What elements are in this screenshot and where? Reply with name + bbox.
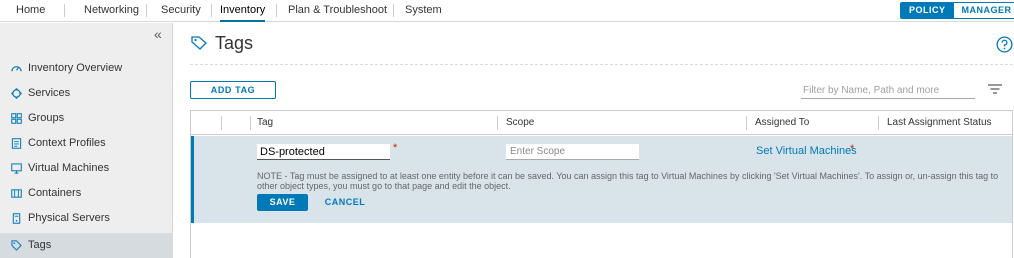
title-divider <box>190 64 1013 65</box>
container-icon <box>11 189 22 198</box>
context-profile-icon <box>11 138 22 149</box>
collapse-sidebar-icon[interactable]: « <box>154 26 162 42</box>
column-separator <box>221 116 222 130</box>
services-icon <box>11 88 22 99</box>
column-separator <box>746 116 747 130</box>
required-indicator: * <box>393 142 398 154</box>
filter-icon[interactable] <box>987 84 1003 94</box>
sidebar-item-tags[interactable]: Tags <box>0 233 173 258</box>
top-navigation: Home Networking Security Inventory Plan … <box>0 0 1014 22</box>
tab-home[interactable]: Home <box>16 0 45 22</box>
policy-mode-button[interactable]: POLICY <box>901 3 954 18</box>
sidebar-item-label: Tags <box>28 239 52 251</box>
column-header-assigned-to[interactable]: Assigned To <box>749 111 809 135</box>
policy-manager-toggle: POLICY MANAGER <box>900 2 1014 19</box>
tag-edit-row: * Set Virtual Machines * NOTE - Tag must… <box>191 136 1012 223</box>
tab-separator <box>64 4 65 17</box>
filter-input[interactable] <box>801 83 975 99</box>
datagrid-header: Tag Scope Assigned To Last Assignment St… <box>191 111 1012 135</box>
page-title: Tags <box>215 33 254 53</box>
sidebar-item-label: Groups <box>28 112 65 124</box>
server-icon <box>12 213 21 224</box>
sidebar-item-virtual-machines[interactable]: Virtual Machines <box>0 156 173 181</box>
sidebar-item-physical-servers[interactable]: Physical Servers <box>0 206 173 231</box>
main-content: Tags ADD TAG Tag Scope Assigned To Last … <box>174 23 1014 258</box>
tab-inventory[interactable]: Inventory <box>220 0 266 22</box>
sidebar-item-label: Virtual Machines <box>28 162 110 174</box>
sidebar-item-context-profiles[interactable]: Context Profiles <box>0 131 173 156</box>
tag-icon <box>11 240 22 251</box>
add-tag-button[interactable]: ADD TAG <box>190 81 276 99</box>
required-indicator: * <box>850 143 855 155</box>
sidebar-item-label: Inventory Overview <box>28 62 123 74</box>
save-button[interactable]: SAVE <box>257 194 308 211</box>
sidebar-item-label: Containers <box>28 187 82 199</box>
cancel-button[interactable]: CANCEL <box>320 194 370 211</box>
tag-icon <box>191 36 207 50</box>
help-icon[interactable] <box>996 36 1013 53</box>
tab-separator <box>393 4 394 17</box>
column-header-scope[interactable]: Scope <box>500 111 534 135</box>
tags-datagrid: Tag Scope Assigned To Last Assignment St… <box>190 110 1013 258</box>
sidebar: « Inventory Overview Services Groups Con… <box>0 23 173 258</box>
sidebar-item-label: Services <box>28 87 71 99</box>
virtual-machine-icon <box>11 163 22 174</box>
tab-separator <box>146 4 147 17</box>
sidebar-item-containers[interactable]: Containers <box>0 181 173 206</box>
tab-networking[interactable]: Networking <box>84 0 139 22</box>
tab-security[interactable]: Security <box>161 0 201 22</box>
tab-system[interactable]: System <box>405 0 442 22</box>
manager-mode-button[interactable]: MANAGER <box>953 3 1014 18</box>
dashboard-icon <box>11 66 22 72</box>
column-header-tag[interactable]: Tag <box>251 111 273 135</box>
groups-icon <box>11 113 22 124</box>
column-separator <box>497 116 498 130</box>
column-separator <box>878 116 879 130</box>
tab-separator <box>211 4 212 17</box>
tab-separator <box>276 4 277 17</box>
tab-plan-troubleshoot[interactable]: Plan & Troubleshoot <box>288 0 387 22</box>
scope-input[interactable] <box>506 144 639 160</box>
sidebar-item-groups[interactable]: Groups <box>0 106 173 131</box>
set-virtual-machines-link[interactable]: Set Virtual Machines <box>756 145 857 157</box>
sidebar-item-label: Physical Servers <box>28 212 110 224</box>
tag-name-input[interactable] <box>257 144 390 160</box>
sidebar-item-inventory-overview[interactable]: Inventory Overview <box>0 56 173 81</box>
sidebar-item-label: Context Profiles <box>28 137 106 149</box>
column-header-last-assignment-status[interactable]: Last Assignment Status <box>881 111 992 135</box>
assignment-note: NOTE - Tag must be assigned to at least … <box>257 171 999 191</box>
sidebar-item-services[interactable]: Services <box>0 81 173 106</box>
